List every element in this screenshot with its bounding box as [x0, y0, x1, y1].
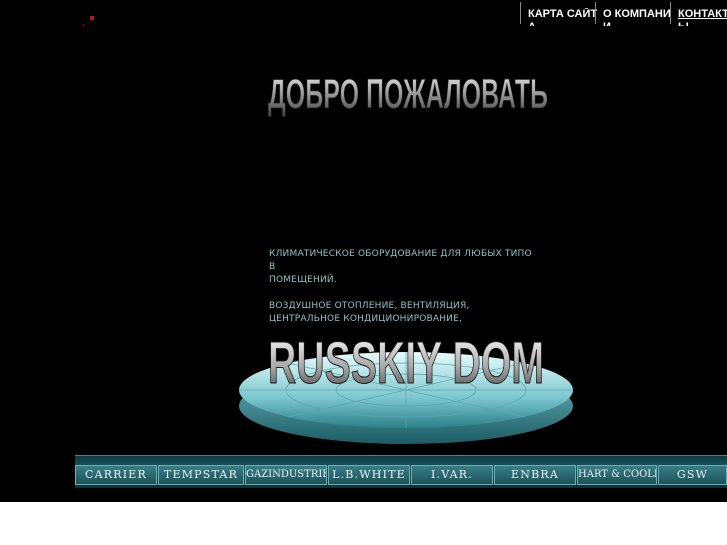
brand-lbwhite-button[interactable]: L.B.WHITE — [328, 465, 410, 485]
brand-carrier-button[interactable]: CARRIER — [75, 465, 157, 485]
brand-bar: CARRIER TEMPSTAR GAZINDUSTRIE L.B.WHITE … — [75, 455, 727, 488]
nav-sitemap-link[interactable]: КАРТА САЙТ А — [528, 8, 597, 26]
nav-separator — [670, 2, 671, 24]
flash-stage: КАРТА САЙТ А О КОМПАНИ И КОНТАКТ Ы ДОБРО… — [0, 0, 727, 502]
brand-tempstar-button[interactable]: TEMPSTAR — [158, 465, 244, 485]
logo-text: RUSSKIY DOM — [268, 331, 544, 397]
nav-contacts-link[interactable]: КОНТАКТ Ы — [678, 8, 727, 26]
brand-hartcooley-button[interactable]: HART & COOLEY — [577, 465, 657, 485]
brand-gsw-button[interactable]: GSW — [658, 465, 727, 485]
description-block: КЛИМАТИЧЕСКОЕ ОБОРУДОВАНИЕ ДЛЯ ЛЮБЫХ ТИП… — [269, 248, 554, 326]
description-line: ВОЗДУШНОЕ ОТОПЛЕНИЕ, ВЕНТИЛЯЦИЯ, — [269, 301, 470, 311]
russkiy-dom-logo: RUSSKIY DOM — [239, 330, 573, 444]
nav-separator — [595, 2, 596, 24]
brand-enbra-button[interactable]: ENBRA — [494, 465, 576, 485]
red-dot-icon — [90, 16, 94, 20]
nav-separator — [520, 2, 521, 24]
nav-about-link[interactable]: О КОМПАНИ И — [603, 8, 671, 26]
brand-gazindustrie-button[interactable]: GAZINDUSTRIE — [245, 465, 327, 485]
welcome-title: ДОБРО ПОЖАЛОВАТЬ — [268, 70, 549, 118]
description-line: ПОМЕЩЕНИЙ. — [269, 275, 337, 285]
welcome-title-text: ДОБРО ПОЖАЛОВАТЬ — [268, 70, 548, 117]
dark-dot-icon — [82, 24, 85, 27]
description-line: КЛИМАТИЧЕСКОЕ ОБОРУДОВАНИЕ ДЛЯ ЛЮБЫХ ТИП… — [269, 249, 532, 259]
brand-ivar-button[interactable]: I.VAR. — [411, 465, 493, 485]
description-line: В — [269, 262, 276, 272]
